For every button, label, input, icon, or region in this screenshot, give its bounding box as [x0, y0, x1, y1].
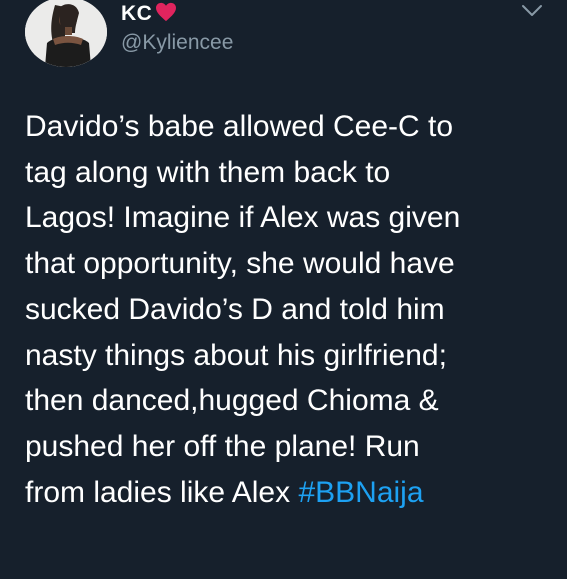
tweet-line: Davido’s babe allowed Cee-C to [25, 110, 454, 143]
tweet-line-last: from ladies like Alex #BBNaija [25, 470, 555, 516]
tweet-line: nasty things about his girlfriend; [25, 338, 447, 372]
tweet-line: tag along with them back to [25, 155, 391, 189]
heart-icon [156, 2, 176, 22]
tweet: KC @Kyliencee Davido’s babe allowed Cee-… [0, 0, 567, 579]
tweet-line: then danced,hugged Chioma & [25, 384, 439, 418]
tweet-line: Lagos! Imagine if Alex was given [25, 201, 461, 235]
tweet-line-last-text: from ladies like Alex [25, 475, 299, 509]
tweet-line: that opportunity, she would have [25, 247, 455, 281]
tweet-line: pushed her off the plane! Run [25, 429, 420, 463]
chevron-down-icon[interactable] [521, 4, 543, 18]
avatar[interactable] [25, 0, 107, 67]
tweet-line: sucked Davido’s D and told him [25, 292, 445, 326]
hashtag-link[interactable]: #BBNaija [298, 476, 423, 509]
user-handle[interactable]: @Kyliencee [121, 30, 233, 56]
tweet-text: Davido’s babe allowed Cee-C to tag along… [25, 104, 555, 515]
avatar-image [25, 0, 107, 67]
display-name[interactable]: KC [121, 2, 152, 26]
